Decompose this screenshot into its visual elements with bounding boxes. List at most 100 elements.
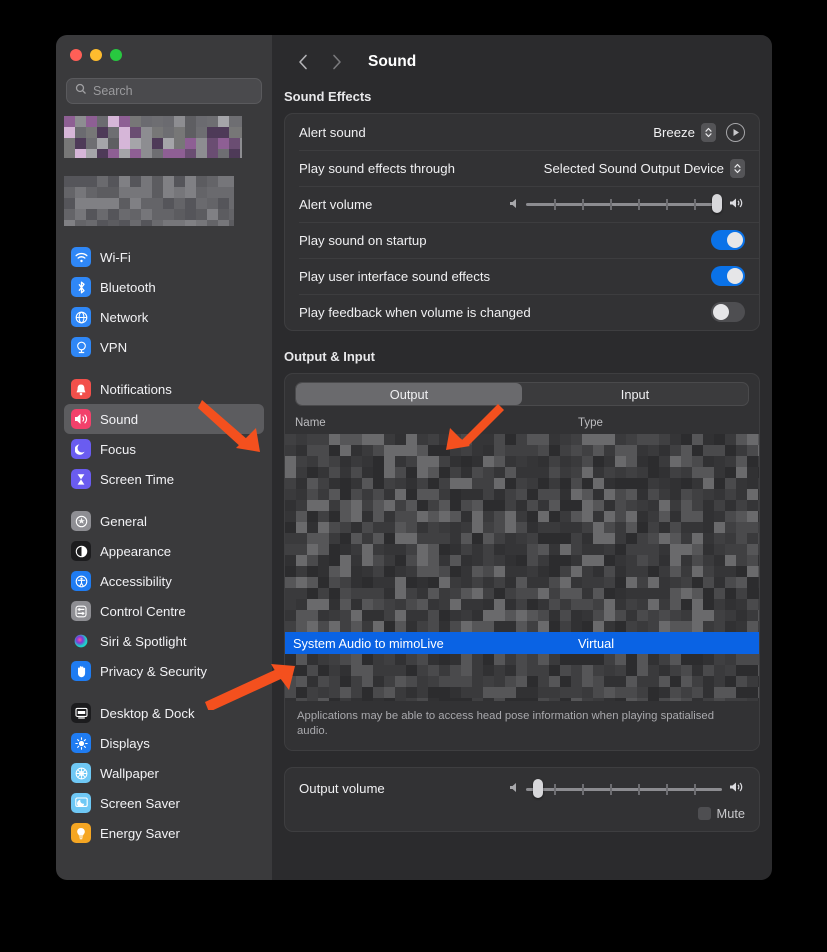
tab-input[interactable]: Input [522,383,748,405]
output-input-section-title: Output & Input [284,349,375,364]
column-header-name: Name [295,417,326,429]
sidebar-item-bluetooth[interactable]: Bluetooth [64,272,264,302]
row-alert-volume[interactable]: Alert volume [285,186,759,222]
slider-knob[interactable] [712,194,722,213]
sidebar-item-sound[interactable]: Sound [64,404,264,434]
sidebar-item-label: Displays [100,735,150,751]
sidebar-item-general[interactable]: General [64,506,264,536]
sidebar-item-network[interactable]: Network [64,302,264,332]
redacted-account-block [64,176,234,226]
minimize-window-button[interactable] [90,49,102,61]
output-volume-slider[interactable] [509,778,745,798]
alert-volume-track[interactable] [526,194,722,213]
back-button[interactable] [292,51,314,73]
siri-icon [71,631,91,651]
sidebar-item-label: Energy Saver [100,825,180,841]
device-name: System Audio to mimoLive [293,635,444,651]
sidebar-item-label: Control Centre [100,603,186,619]
slider-tick [666,199,668,210]
forward-button[interactable] [326,51,348,73]
sidebar-item-label: Accessibility [100,573,172,589]
sidebar-item-screen-saver[interactable]: Screen Saver [64,788,264,818]
sidebar-item-label: Privacy & Security [100,663,207,679]
slider-tick [582,783,584,795]
sidebar-item-privacy-security[interactable]: Privacy & Security [64,656,264,686]
sidebar-item-label: Wallpaper [100,765,159,781]
gear-icon [71,511,91,531]
tab-output[interactable]: Output [296,383,522,405]
globe-icon [71,307,91,327]
row-play-sound-on-startup[interactable]: Play sound on startup [285,222,759,258]
slider-tick [694,783,696,795]
row-play-sound-effects-through[interactable]: Play sound effects through Selected Soun… [285,150,759,186]
row-play-ui-sound-effects[interactable]: Play user interface sound effects [285,258,759,294]
output-volume-track[interactable] [526,778,722,798]
sidebar-item-label: Screen Saver [100,795,180,811]
speaker-high-icon [729,197,745,212]
column-header-type: Type [578,417,603,429]
sidebar-item-label: Wi-Fi [100,249,131,265]
sidebar-item-displays[interactable]: Displays [64,728,264,758]
sidebar-item-label: Sound [100,411,139,427]
row-alert-sound[interactable]: Alert sound Breeze [285,114,759,150]
slider-tick [638,783,640,795]
sidebar-item-label: Siri & Spotlight [100,633,187,649]
screen-saver-icon [71,793,91,813]
play-through-value: Selected Sound Output Device [543,160,724,176]
ui-sound-effects-toggle[interactable] [711,266,745,286]
sidebar-item-energy-saver[interactable]: Energy Saver [64,818,264,848]
sidebar-item-label: Appearance [100,543,172,559]
chevron-updown-icon[interactable] [701,122,716,142]
device-list[interactable]: System Audio to mimoLive Virtual [285,434,759,701]
device-row-selected[interactable]: System Audio to mimoLive Virtual [285,632,759,654]
startup-sound-toggle[interactable] [711,230,745,250]
sidebar-item-focus[interactable]: Focus [64,434,264,464]
row-volume-feedback[interactable]: Play feedback when volume is changed [285,294,759,330]
play-through-label: Play sound effects through [299,160,455,176]
sidebar-item-screen-time[interactable]: Screen Time [64,464,264,494]
redacted-device-rows-above[interactable] [285,434,759,632]
close-window-button[interactable] [70,49,82,61]
sidebar: Wi-Fi Bluetooth Network VPN Notifications Sou… [56,35,272,880]
mute-checkbox[interactable] [697,806,711,820]
row-output-volume[interactable]: Output volume [285,768,759,804]
sidebar-item-siri-spotlight[interactable]: Siri & Spotlight [64,626,264,656]
volume-feedback-label: Play feedback when volume is changed [299,304,531,320]
sidebar-item-label: Bluetooth [100,279,156,295]
sidebar-item-wi-fi[interactable]: Wi-Fi [64,242,264,272]
slider-tick [610,783,612,795]
play-alert-sound-button[interactable] [726,122,745,142]
slider-tick [554,783,556,795]
slider-knob[interactable] [533,778,544,798]
sidebar-item-label: Focus [100,441,136,457]
wallpaper-icon [71,763,91,783]
sidebar-item-vpn[interactable]: VPN [64,332,264,362]
hourglass-icon [71,469,91,489]
zoom-window-button[interactable] [110,49,122,61]
device-type: Virtual [578,635,615,651]
sidebar-group-3: Desktop & Dock Displays Wallpaper Screen Sa… [56,698,272,848]
volume-feedback-toggle[interactable] [711,302,745,322]
sidebar-item-desktop-dock[interactable]: Desktop & Dock [64,698,264,728]
redacted-device-rows-below[interactable] [285,654,759,701]
spatial-audio-note: Applications may be able to access head … [285,701,759,750]
wifi-icon [71,247,91,267]
desktop-dock-icon [71,703,91,723]
sidebar-item-wallpaper[interactable]: Wallpaper [64,758,264,788]
slider-tick [694,199,696,210]
alert-sound-label: Alert sound [299,124,366,140]
chevron-updown-icon[interactable] [730,158,745,178]
sidebar-item-notifications[interactable]: Notifications [64,374,264,404]
speaker-icon [71,409,91,429]
content-pane: Sound Sound Effects Alert sound Breeze P… [272,35,772,880]
sidebar-item-label: VPN [100,339,128,355]
sidebar-item-appearance[interactable]: Appearance [64,536,264,566]
alert-volume-slider[interactable] [509,194,745,213]
mute-row[interactable]: Mute [285,804,759,831]
output-volume-card: Output volume Mute [284,766,760,832]
sidebar-item-accessibility[interactable]: Accessibility [64,566,264,596]
sidebar-item-control-centre[interactable]: Control Centre [64,596,264,626]
search-input[interactable] [93,84,253,98]
bluetooth-icon [71,277,91,297]
search-field[interactable] [66,78,262,104]
